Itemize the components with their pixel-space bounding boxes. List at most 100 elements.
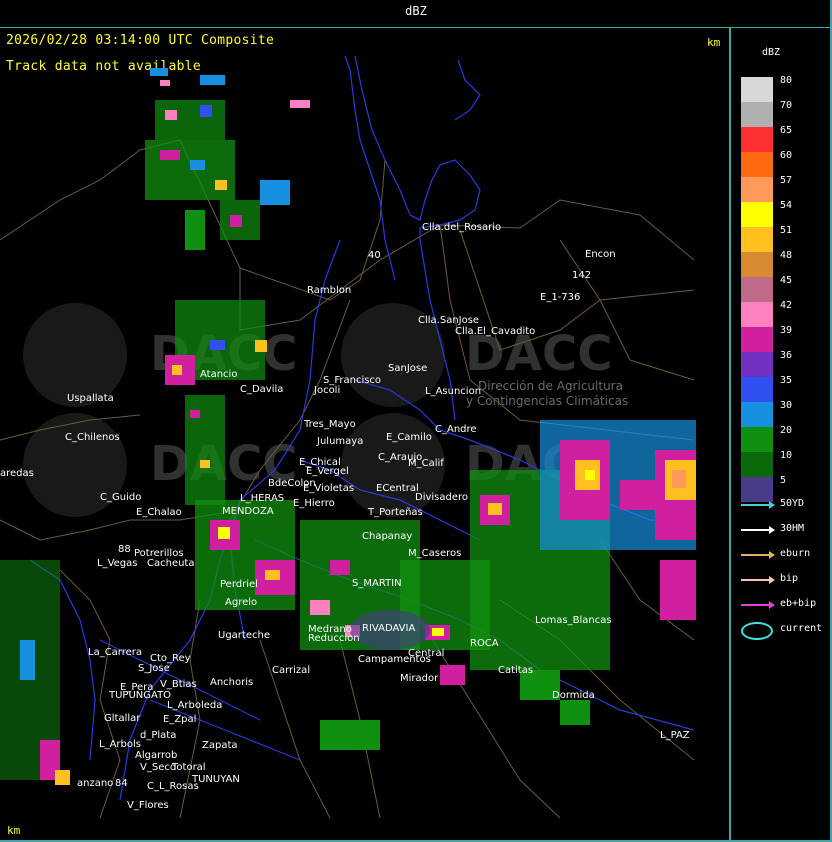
legend-swatch bbox=[741, 202, 773, 227]
svg-text:40: 40 bbox=[368, 250, 381, 261]
watermark-sub-1: Dirección de Agricultura bbox=[478, 379, 623, 393]
svg-text:142: 142 bbox=[572, 270, 591, 281]
svg-text:Ugarteche: Ugarteche bbox=[218, 630, 270, 641]
svg-text:C_Guido: C_Guido bbox=[100, 492, 141, 503]
svg-text:E_1-736: E_1-736 bbox=[540, 292, 580, 303]
legend-level-label: 60 bbox=[780, 150, 793, 161]
svg-text:Divisadero: Divisadero bbox=[415, 492, 468, 503]
timestamp-label: 2026/02/28 03:14:00 UTC Composite bbox=[6, 33, 275, 48]
legend-level-label: 10 bbox=[780, 450, 793, 461]
svg-text:E_Vergel: E_Vergel bbox=[306, 466, 349, 477]
current-ellipse-icon bbox=[741, 622, 773, 640]
svg-text:BdeColon: BdeColon bbox=[268, 478, 316, 489]
svg-text:M_Caseros: M_Caseros bbox=[408, 548, 461, 559]
svg-text:Zapata: Zapata bbox=[202, 740, 238, 751]
svg-text:C_L_Rosas: C_L_Rosas bbox=[147, 781, 199, 792]
legend-level-label: 35 bbox=[780, 375, 793, 386]
svg-text:RIVADAVIA: RIVADAVIA bbox=[362, 623, 415, 634]
svg-text:S_Jose: S_Jose bbox=[138, 663, 170, 674]
legend-swatch bbox=[741, 327, 773, 352]
svg-text:C_Davila: C_Davila bbox=[240, 384, 283, 395]
legend-level-label: 20 bbox=[780, 425, 793, 436]
svg-text:C_Chilenos: C_Chilenos bbox=[65, 432, 120, 443]
legend-swatch bbox=[741, 127, 773, 152]
legend-swatch bbox=[741, 377, 773, 402]
track-label: eb+bip bbox=[780, 598, 817, 609]
legend-level-label: 5 bbox=[780, 475, 787, 486]
svg-text:E_Camilo: E_Camilo bbox=[386, 432, 432, 443]
frame-top bbox=[0, 27, 832, 28]
svg-text:L_HERAS: L_HERAS bbox=[240, 493, 284, 504]
svg-text:Tres_Mayo: Tres_Mayo bbox=[303, 419, 356, 430]
svg-text:L_PAZ: L_PAZ bbox=[660, 730, 690, 741]
svg-text:Reduccion: Reduccion bbox=[308, 633, 360, 644]
frame-divider bbox=[729, 27, 731, 842]
svg-text:Anchoris: Anchoris bbox=[210, 677, 253, 688]
svg-text:L_Arboleda: L_Arboleda bbox=[167, 700, 222, 711]
svg-text:Agrelo: Agrelo bbox=[225, 597, 257, 608]
track-label: eburn bbox=[780, 548, 811, 559]
svg-text:V_Seco: V_Seco bbox=[140, 762, 176, 773]
svg-text:L_Asuncion: L_Asuncion bbox=[425, 386, 481, 397]
svg-text:anzano: anzano bbox=[77, 778, 113, 789]
legend-level-label: 48 bbox=[780, 250, 793, 261]
legend-swatch bbox=[741, 227, 773, 252]
track-label: bip bbox=[780, 573, 799, 584]
legend-swatch bbox=[741, 427, 773, 452]
track-arrow-icon bbox=[741, 501, 775, 509]
track-arrow-icon bbox=[741, 551, 775, 559]
svg-text:Carrizal: Carrizal bbox=[272, 665, 310, 676]
legend-swatch bbox=[741, 102, 773, 127]
svg-text:La_Carrera: La_Carrera bbox=[88, 647, 142, 658]
svg-text:88: 88 bbox=[118, 544, 131, 555]
svg-text:L_Vegas: L_Vegas bbox=[97, 558, 137, 569]
legend-swatch bbox=[741, 152, 773, 177]
svg-text:Clla.El_Cavadito: Clla.El_Cavadito bbox=[455, 326, 535, 337]
legend-level-label: 45 bbox=[780, 275, 793, 286]
svg-text:SanJose: SanJose bbox=[388, 363, 427, 374]
legend-swatch bbox=[741, 302, 773, 327]
svg-text:Julumaya: Julumaya bbox=[316, 436, 363, 447]
legend-level-label: 57 bbox=[780, 175, 793, 186]
svg-text:ECentral: ECentral bbox=[376, 483, 419, 494]
svg-text:aredas: aredas bbox=[0, 468, 34, 479]
svg-text:Jocoli: Jocoli bbox=[313, 385, 340, 396]
svg-text:C_Andre: C_Andre bbox=[435, 424, 477, 435]
svg-text:M_Calif: M_Calif bbox=[408, 458, 444, 469]
legend-level-label: 30 bbox=[780, 400, 793, 411]
legend-title: dBZ bbox=[761, 47, 781, 58]
svg-text:Dormida: Dormida bbox=[552, 690, 595, 701]
current-label: current bbox=[780, 623, 823, 634]
legend-level-label: 80 bbox=[780, 75, 793, 86]
svg-text:Totoral: Totoral bbox=[171, 762, 206, 773]
svg-text:Clla.SanJose: Clla.SanJose bbox=[418, 315, 479, 326]
svg-text:d_Plata: d_Plata bbox=[140, 730, 176, 741]
svg-text:Atancio: Atancio bbox=[200, 369, 237, 380]
legend-level-label: 54 bbox=[780, 200, 793, 211]
legend-level-label: 39 bbox=[780, 325, 793, 336]
track-arrow-icon bbox=[741, 601, 775, 609]
svg-text:Chapanay: Chapanay bbox=[362, 531, 412, 542]
svg-text:T_Porteñas: T_Porteñas bbox=[367, 507, 423, 518]
track-label: 50YD bbox=[780, 498, 805, 509]
legend-swatch bbox=[741, 252, 773, 277]
svg-text:MENDOZA: MENDOZA bbox=[222, 506, 274, 517]
svg-text:V_Flores: V_Flores bbox=[127, 800, 169, 811]
legend-swatch bbox=[741, 177, 773, 202]
track-arrow-icon bbox=[741, 576, 775, 584]
legend-level-label: 36 bbox=[780, 350, 793, 361]
radar-map[interactable]: DACC DACC DACC DACC Dirección de Agricul… bbox=[0, 56, 696, 818]
svg-text:Algarrob: Algarrob bbox=[135, 750, 177, 761]
svg-text:Encon: Encon bbox=[585, 249, 616, 260]
svg-text:ROCA: ROCA bbox=[470, 638, 499, 649]
svg-text:Uspallata: Uspallata bbox=[67, 393, 114, 404]
legend-swatch bbox=[741, 352, 773, 377]
svg-text:E_Hierro: E_Hierro bbox=[293, 498, 335, 509]
svg-text:Catitas: Catitas bbox=[498, 665, 533, 676]
legend-level-label: 65 bbox=[780, 125, 793, 136]
svg-text:E_Chalao: E_Chalao bbox=[136, 507, 182, 518]
legend-swatch bbox=[741, 452, 773, 477]
svg-text:Mirador: Mirador bbox=[400, 673, 439, 684]
track-arrow-icon bbox=[741, 526, 775, 534]
legend-level-label: 51 bbox=[780, 225, 793, 236]
